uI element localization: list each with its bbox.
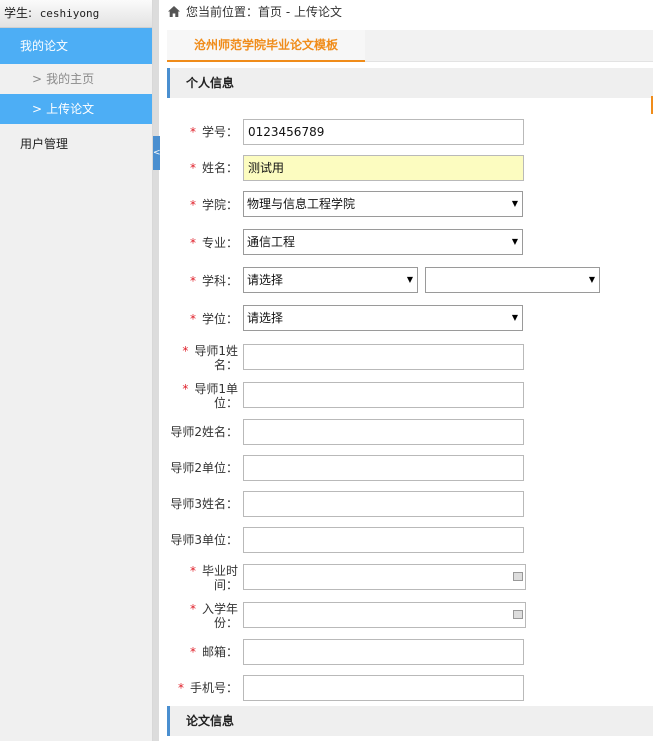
chevron-right-icon: > <box>32 72 43 86</box>
advisor1-name-input[interactable] <box>243 344 524 370</box>
nav-item-upload-thesis[interactable]: > 上传论文 <box>0 94 152 124</box>
college-label: * 学院： <box>189 198 238 212</box>
major-select[interactable]: 通信工程 ▼ <box>243 229 523 255</box>
dropdown-arrow-icon: ▼ <box>406 275 413 284</box>
graduation-time-label: * 毕业时 间： <box>189 564 238 592</box>
advisor3-unit-input[interactable] <box>243 527 524 553</box>
nav-item-upload-thesis-label: 上传论文 <box>46 102 95 116</box>
calendar-icon[interactable] <box>513 610 523 619</box>
nav-group-my-thesis[interactable]: 我的论文 <box>0 28 152 64</box>
college-select[interactable]: 物理与信息工程学院 ▼ <box>243 191 523 217</box>
dropdown-arrow-icon: ▼ <box>511 237 518 246</box>
phone-input[interactable] <box>243 675 524 701</box>
sidebar: 学生: ceshiyong 我的论文 > 我的主页 > 上传论文 用户管理 <box>0 0 153 741</box>
student-id-label: * 学号： <box>189 125 238 139</box>
required-mark: * <box>189 198 196 212</box>
discipline-select[interactable]: 请选择 ▼ <box>243 267 418 293</box>
required-mark: * <box>182 382 189 396</box>
degree-label: * 学位： <box>189 312 238 326</box>
nav-group-user-management[interactable]: 用户管理 <box>0 126 152 162</box>
name-label: * 姓名： <box>189 161 238 175</box>
nav-group-user-management-label: 用户管理 <box>20 137 69 151</box>
required-mark: * <box>189 161 196 175</box>
sub-discipline-select[interactable]: ▼ <box>425 267 600 293</box>
required-mark: * <box>189 274 196 288</box>
advisor1-unit-label: * 导师1单 位： <box>182 382 238 410</box>
calendar-icon[interactable] <box>513 572 523 581</box>
breadcrumb-text: 您当前位置：首页 - 上传论文 <box>186 5 342 19</box>
required-mark: * <box>177 681 184 695</box>
tab-bar: 沧州师范学院毕业论文模板 <box>167 30 653 62</box>
student-id-input[interactable]: 0123456789 <box>243 119 524 145</box>
dropdown-arrow-icon: ▼ <box>588 275 595 284</box>
breadcrumb: 您当前位置：首页 - 上传论文 <box>160 0 653 24</box>
required-mark: * <box>189 312 196 326</box>
required-mark: * <box>182 344 189 358</box>
major-label: * 专业： <box>189 236 238 250</box>
main-content: 您当前位置：首页 - 上传论文 沧州师范学院毕业论文模板 个人信息 * 学号： 0… <box>160 0 653 741</box>
collapse-sidebar-button[interactable]: < <box>153 136 161 170</box>
section-thesis-info: 论文信息 <box>167 706 653 736</box>
nav-group-my-thesis-label: 我的论文 <box>20 39 69 53</box>
dropdown-arrow-icon: ▼ <box>511 199 518 208</box>
graduation-time-input[interactable] <box>243 564 526 590</box>
email-label: * 邮箱： <box>189 645 238 659</box>
tab-thesis-template[interactable]: 沧州师范学院毕业论文模板 <box>167 30 365 62</box>
required-mark: * <box>189 236 196 250</box>
entry-year-label: * 入学年 份： <box>189 602 238 630</box>
advisor3-unit-label: 导师3单位： <box>170 533 238 547</box>
advisor2-unit-label: 导师2单位： <box>170 461 238 475</box>
user-info-bar: 学生: ceshiyong <box>0 0 152 28</box>
required-mark: * <box>189 125 196 139</box>
nav-item-my-home[interactable]: > 我的主页 <box>0 64 152 94</box>
phone-label: * 手机号： <box>177 681 238 695</box>
user-name: ceshiyong <box>39 7 100 20</box>
advisor3-name-label: 导师3姓名： <box>170 497 238 511</box>
required-mark: * <box>189 645 196 659</box>
required-mark: * <box>189 564 196 578</box>
chevron-right-icon: > <box>32 102 43 116</box>
advisor3-name-input[interactable] <box>243 491 524 517</box>
advisor1-name-label: * 导师1姓 名： <box>182 344 238 372</box>
home-icon[interactable] <box>168 6 180 17</box>
user-label: 学生: <box>4 6 33 20</box>
advisor2-name-input[interactable] <box>243 419 524 445</box>
advisor2-name-label: 导师2姓名： <box>170 425 238 439</box>
advisor1-unit-input[interactable] <box>243 382 524 408</box>
degree-select[interactable]: 请选择 ▼ <box>243 305 523 331</box>
required-mark: * <box>189 602 196 616</box>
discipline-label: * 学科： <box>189 274 238 288</box>
email-input[interactable] <box>243 639 524 665</box>
entry-year-input[interactable] <box>243 602 526 628</box>
advisor2-unit-input[interactable] <box>243 455 524 481</box>
nav-item-my-home-label: 我的主页 <box>46 72 95 86</box>
sidebar-splitter[interactable] <box>153 0 159 741</box>
name-input[interactable]: 测试用 <box>243 155 524 181</box>
section-personal-info: 个人信息 <box>167 68 653 98</box>
dropdown-arrow-icon: ▼ <box>511 313 518 322</box>
